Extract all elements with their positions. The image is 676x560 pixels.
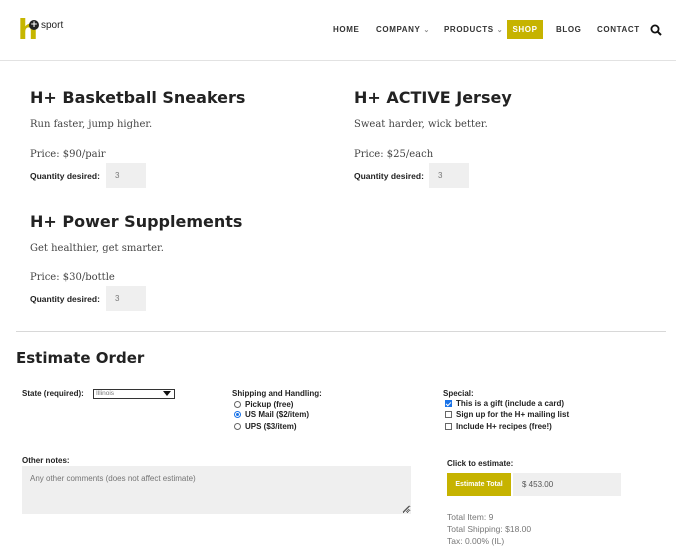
site-header: h + sport HOME COMPANY ⌄ PRODUCTS ⌄ SHOP B… (0, 0, 676, 61)
total-item-text: Total Item: 9 (447, 512, 494, 522)
chevron-down-icon: ⌄ (423, 27, 430, 34)
product-title: H+ Basketball Sneakers (30, 88, 246, 107)
section-divider (16, 331, 666, 332)
quantity-label: Quantity desired: (354, 171, 424, 181)
checkbox[interactable] (445, 411, 452, 418)
radio-button[interactable] (234, 401, 241, 408)
resize-grip-icon[interactable] (402, 505, 410, 513)
checkbox[interactable] (445, 423, 452, 430)
estimate-title: Estimate Order (16, 349, 145, 367)
nav-company[interactable]: COMPANY ⌄ (376, 25, 430, 34)
nav-products-label: PRODUCTS (444, 25, 494, 34)
product-sneakers: H+ Basketball Sneakers Run faster, jump … (30, 88, 246, 188)
quantity-label: Quantity desired: (30, 171, 100, 181)
special-option-recipes[interactable]: Include H+ recipes (free!) (445, 422, 552, 431)
nav-home[interactable]: HOME (333, 25, 359, 34)
special-option-gift[interactable]: This is a gift (include a card) (445, 399, 564, 408)
quantity-label: Quantity desired: (30, 294, 100, 304)
state-label: State (required): (22, 389, 84, 398)
shipping-option-pickup[interactable]: Pickup (free) (234, 400, 293, 409)
product-price: Price: $90/pair (30, 149, 106, 160)
main-nav: HOME COMPANY ⌄ PRODUCTS ⌄ SHOP BLOG CONTAC… (0, 0, 676, 61)
notes-label: Other notes: (22, 456, 70, 465)
click-to-estimate-label: Click to estimate: (447, 459, 514, 468)
shipping-option-label: US Mail ($2/item) (245, 410, 310, 419)
product-title: H+ Power Supplements (30, 212, 243, 231)
search-icon[interactable] (650, 24, 662, 36)
shipping-option-label: UPS ($3/item) (245, 422, 297, 431)
state-select[interactable]: Illinois (93, 389, 175, 399)
product-description: Sweat harder, wick better. (354, 119, 488, 130)
checkbox[interactable] (445, 400, 452, 407)
product-title: H+ ACTIVE Jersey (354, 88, 512, 107)
shipping-option-ups[interactable]: UPS ($3/item) (234, 422, 297, 431)
special-option-label: Sign up for the H+ mailing list (456, 410, 570, 419)
quantity-input[interactable] (106, 286, 146, 311)
nav-products[interactable]: PRODUCTS ⌄ (444, 25, 503, 34)
special-option-label: This is a gift (include a card) (456, 399, 565, 408)
shipping-option-label: Pickup (free) (245, 400, 294, 409)
state-select-value: Illinois (96, 390, 115, 397)
product-price: Price: $25/each (354, 149, 434, 160)
tax-text: Tax: 0.00% (IL) (447, 536, 505, 546)
nav-blog[interactable]: BLOG (556, 25, 582, 34)
radio-button[interactable] (234, 411, 241, 418)
product-description: Get healthier, get smarter. (30, 243, 164, 254)
chevron-down-icon (163, 391, 171, 396)
nav-contact[interactable]: CONTACT (597, 25, 640, 34)
product-description: Run faster, jump higher. (30, 119, 153, 130)
special-option-label: Include H+ recipes (free!) (456, 422, 552, 431)
product-price: Price: $30/bottle (30, 272, 115, 283)
product-supplements: H+ Power Supplements Get healthier, get … (30, 212, 243, 311)
nav-shop[interactable]: SHOP (507, 20, 543, 39)
chevron-down-icon: ⌄ (496, 27, 504, 34)
special-label: Special: (443, 389, 474, 398)
shipping-option-usmail[interactable]: US Mail ($2/item) (234, 410, 309, 419)
total-shipping-text: Total Shipping: $18.00 (447, 524, 532, 534)
estimate-total-button[interactable]: Estimate Total (447, 473, 511, 496)
quantity-input[interactable] (106, 163, 146, 188)
estimate-total-output: $ 453.00 (513, 473, 621, 496)
quantity-input[interactable] (429, 163, 469, 188)
nav-company-label: COMPANY (376, 25, 421, 34)
shipping-label: Shipping and Handling: (232, 389, 322, 398)
notes-textarea[interactable] (22, 466, 411, 514)
special-option-mailing-list[interactable]: Sign up for the H+ mailing list (445, 410, 569, 419)
product-jersey: H+ ACTIVE Jersey Sweat harder, wick bett… (354, 88, 512, 188)
radio-button[interactable] (234, 423, 241, 430)
